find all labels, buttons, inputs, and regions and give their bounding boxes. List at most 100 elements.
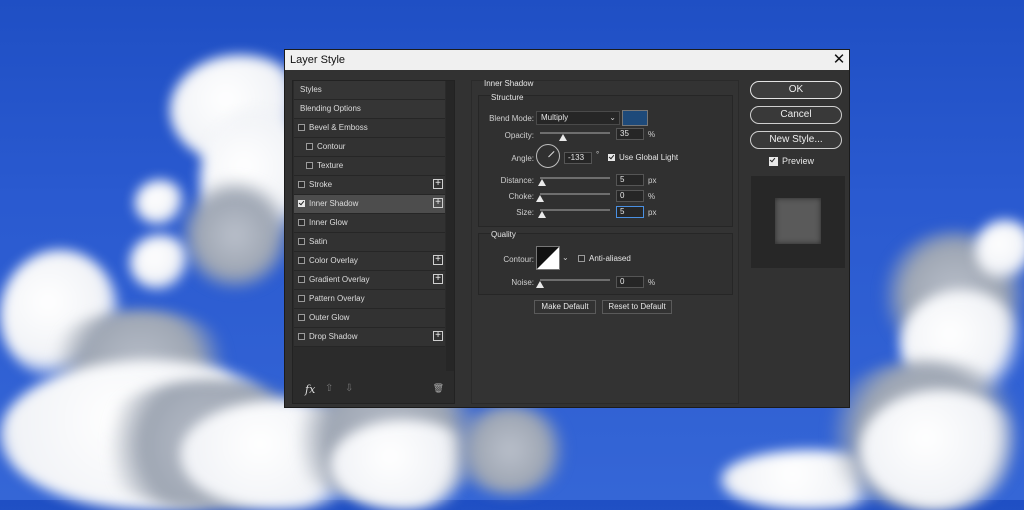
add-effect-icon[interactable]: + [433, 331, 443, 341]
add-effect-icon[interactable]: + [433, 198, 443, 208]
styles-bottom-toolbar: fx ⇧ ⇩ 🗑 [301, 383, 448, 397]
size-slider[interactable] [540, 209, 610, 211]
dialog-title: Layer Style [290, 54, 346, 66]
global-light-checkbox[interactable] [608, 154, 615, 161]
dialog-titlebar[interactable]: Layer Style ✕ [285, 50, 849, 70]
style-checkbox[interactable] [298, 200, 305, 207]
style-item-pattern-overlay[interactable]: Pattern Overlay [294, 290, 445, 309]
style-checkbox[interactable] [298, 257, 305, 264]
noise-unit: % [648, 278, 656, 287]
style-item-label: Styles [300, 85, 322, 94]
style-checkbox[interactable] [298, 295, 305, 302]
angle-unit: ° [596, 150, 600, 159]
choke-label: Choke: [508, 192, 534, 201]
style-item-contour[interactable]: Contour [294, 138, 445, 157]
distance-label: Distance: [500, 176, 534, 185]
styles-list: Styles Blending Options Bevel & Emboss Cont… [294, 81, 445, 347]
style-item-label: Inner Shadow [309, 199, 359, 208]
choke-unit: % [648, 192, 656, 201]
size-input[interactable]: 5 [616, 206, 644, 218]
blend-mode-select[interactable]: Multiply ⌄ [536, 111, 620, 125]
noise-input[interactable]: 0 [616, 276, 644, 288]
styles-scrollbar[interactable] [446, 81, 454, 371]
new-style-button[interactable]: New Style... [750, 131, 842, 149]
layer-style-dialog: Layer Style ✕ Styles Blending Options Beve… [285, 50, 849, 407]
opacity-slider-thumb[interactable] [559, 134, 567, 141]
preview-checkbox[interactable] [769, 157, 778, 166]
style-item-label: Inner Glow [309, 218, 348, 227]
opacity-slider[interactable] [540, 132, 610, 134]
style-item-stroke[interactable]: Stroke + [294, 176, 445, 195]
move-up-icon[interactable]: ⇧ [325, 383, 333, 394]
size-label: Size: [516, 208, 534, 217]
move-down-icon[interactable]: ⇩ [345, 383, 353, 394]
style-checkbox[interactable] [298, 124, 305, 131]
reset-default-button[interactable]: Reset to Default [602, 300, 672, 314]
add-effect-icon[interactable]: + [433, 274, 443, 284]
style-item-satin[interactable]: Satin [294, 233, 445, 252]
anti-aliased-checkbox[interactable] [578, 255, 585, 262]
style-item-label: Satin [309, 237, 328, 246]
style-item-label: Gradient Overlay [309, 275, 370, 284]
distance-input[interactable]: 5 [616, 174, 644, 186]
make-default-button[interactable]: Make Default [534, 300, 596, 314]
add-effect-icon[interactable]: + [433, 255, 443, 265]
style-item-outer-glow[interactable]: Outer Glow [294, 309, 445, 328]
style-checkbox[interactable] [298, 314, 305, 321]
preview-square [775, 198, 821, 244]
quality-title: Quality [491, 230, 516, 239]
fx-icon[interactable]: fx [305, 383, 315, 396]
style-item-inner-glow[interactable]: Inner Glow [294, 214, 445, 233]
distance-slider-thumb[interactable] [538, 179, 546, 186]
distance-unit: px [648, 176, 657, 185]
size-slider-thumb[interactable] [538, 211, 546, 218]
style-checkbox[interactable] [298, 333, 305, 340]
opacity-label: Opacity: [504, 131, 534, 140]
style-item-label: Outer Glow [309, 313, 350, 322]
structure-title: Structure [491, 93, 524, 102]
style-item-inner-shadow[interactable]: Inner Shadow + [294, 195, 445, 214]
style-checkbox[interactable] [306, 162, 313, 169]
preview-label: Preview [782, 156, 815, 166]
opacity-input[interactable]: 35 [616, 128, 644, 140]
style-checkbox[interactable] [306, 143, 313, 150]
choke-slider-thumb[interactable] [536, 195, 544, 202]
style-item-styles[interactable]: Styles [294, 81, 445, 100]
shadow-color-swatch[interactable] [622, 110, 648, 126]
style-item-blending-options[interactable]: Blending Options [294, 100, 445, 119]
style-checkbox[interactable] [298, 181, 305, 188]
contour-label: Contour: [503, 255, 534, 264]
ok-button[interactable]: OK [750, 81, 842, 99]
distance-slider[interactable] [540, 177, 610, 179]
style-item-color-overlay[interactable]: Color Overlay + [294, 252, 445, 271]
noise-slider-thumb[interactable] [536, 281, 544, 288]
close-icon[interactable]: ✕ [829, 50, 849, 70]
section-title: Inner Shadow [484, 79, 534, 88]
style-item-label: Drop Shadow [309, 332, 358, 341]
anti-aliased-label: Anti-aliased [589, 254, 631, 263]
style-item-label: Contour [317, 142, 346, 151]
angle-dial[interactable] [536, 144, 560, 168]
trash-icon[interactable]: 🗑 [433, 383, 444, 394]
style-item-bevel-emboss[interactable]: Bevel & Emboss [294, 119, 445, 138]
contour-chevron-down-icon[interactable]: ⌄ [562, 253, 569, 262]
style-checkbox[interactable] [298, 238, 305, 245]
choke-slider[interactable] [540, 193, 610, 195]
noise-slider[interactable] [540, 279, 610, 281]
add-effect-icon[interactable]: + [433, 179, 443, 189]
angle-input[interactable]: -133 [564, 152, 592, 164]
style-item-texture[interactable]: Texture [294, 157, 445, 176]
style-checkbox[interactable] [298, 276, 305, 283]
choke-input[interactable]: 0 [616, 190, 644, 202]
global-light-label: Use Global Light [619, 153, 679, 162]
style-item-gradient-overlay[interactable]: Gradient Overlay + [294, 271, 445, 290]
noise-label: Noise: [511, 278, 534, 287]
blend-mode-value: Multiply [541, 113, 569, 122]
cancel-button[interactable]: Cancel [750, 106, 842, 124]
angle-needle [548, 150, 555, 158]
style-item-label: Bevel & Emboss [309, 123, 368, 132]
style-item-drop-shadow[interactable]: Drop Shadow + [294, 328, 445, 347]
contour-preview[interactable] [536, 246, 560, 270]
style-checkbox[interactable] [298, 219, 305, 226]
blend-mode-label: Blend Mode: [489, 114, 534, 123]
